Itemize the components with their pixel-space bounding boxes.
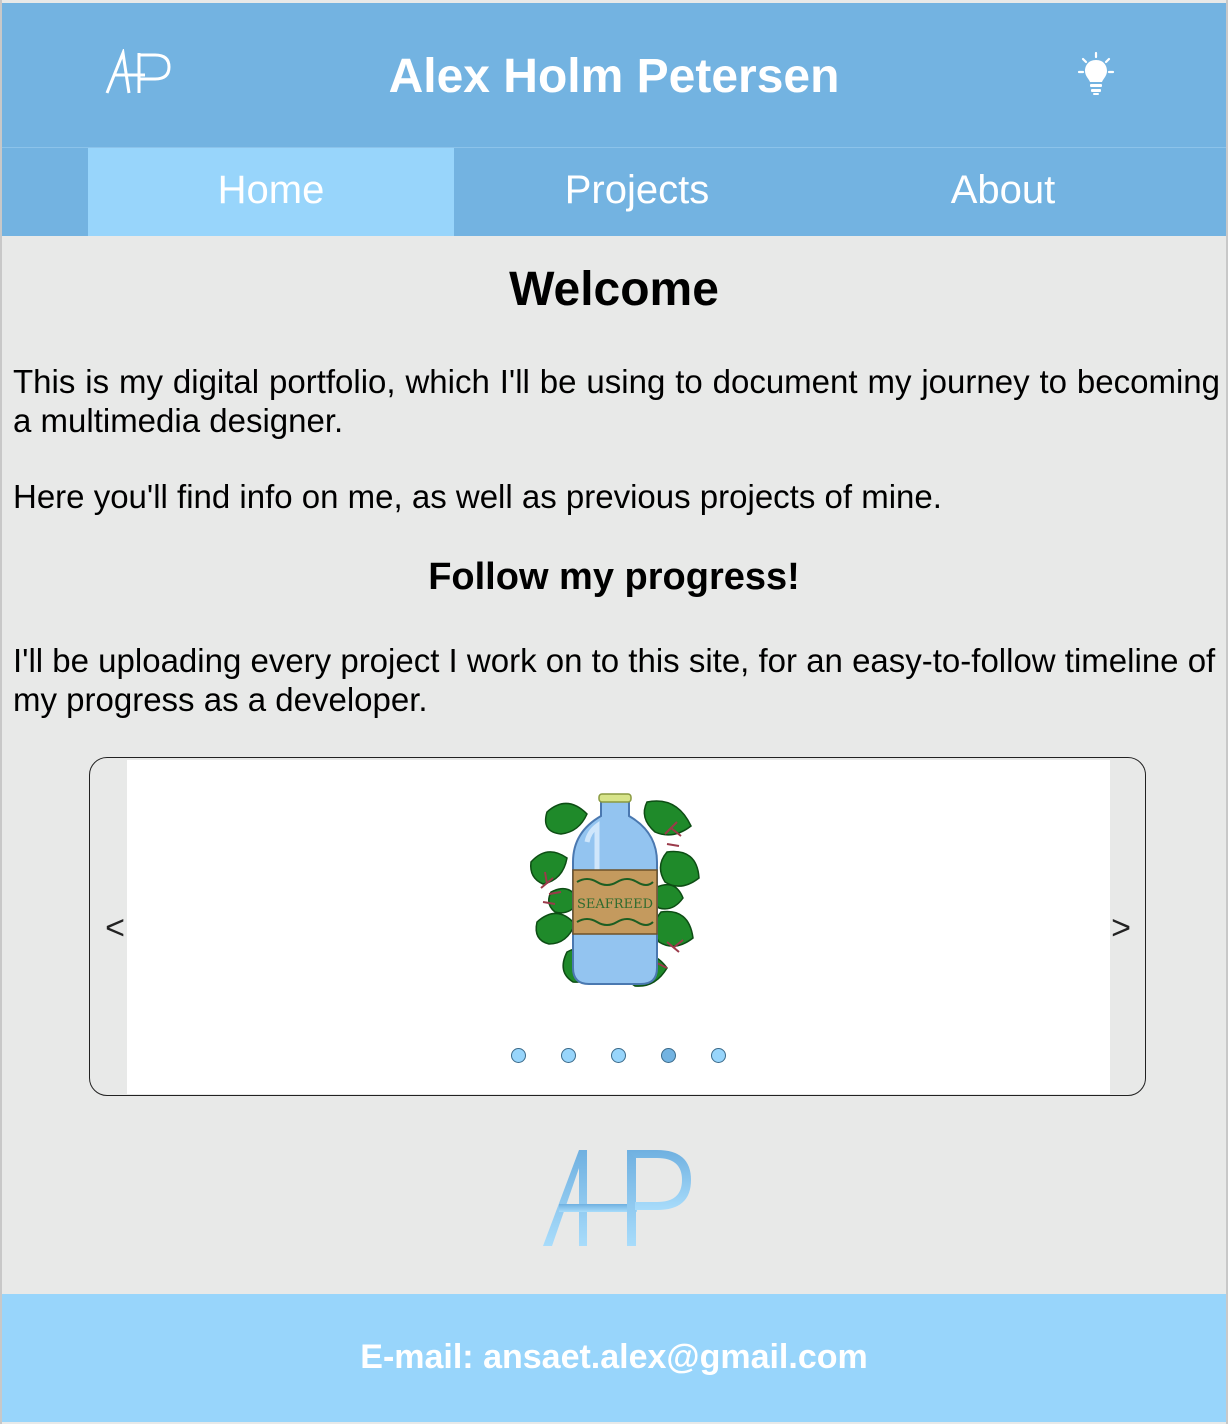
footer-email[interactable]: E-mail: ansaet.alex@gmail.com <box>2 1338 1226 1377</box>
intro-paragraph-2: Here you'll find info on me, as well as … <box>13 478 942 515</box>
lightbulb-icon[interactable] <box>1076 51 1116 97</box>
section-heading: Follow my progress! <box>428 556 800 598</box>
site-header: Alex Holm Petersen <box>2 3 1226 147</box>
carousel-dot-4[interactable] <box>661 1048 676 1063</box>
progress-paragraph: I'll be uploading every project I work o… <box>13 642 1216 718</box>
carousel-slide[interactable]: SEAFREED <box>127 760 1110 1094</box>
carousel-dot-2[interactable] <box>561 1048 576 1063</box>
project-carousel: SEAFREED < > <box>89 757 1146 1096</box>
carousel-dot-5[interactable] <box>711 1048 726 1063</box>
page-title: Welcome <box>509 263 719 316</box>
intro-paragraph: This is my digital portfolio, which I'll… <box>13 363 1220 439</box>
carousel-dot-3[interactable] <box>611 1048 626 1063</box>
chevron-right-icon[interactable]: > <box>1106 908 1136 948</box>
seafreed-bottle-image[interactable]: SEAFREED <box>527 792 703 998</box>
carousel-dots <box>511 1048 731 1068</box>
carousel-dot-1[interactable] <box>511 1048 526 1063</box>
logo-large-icon <box>543 1150 691 1246</box>
slide-label: SEAFREED <box>577 897 653 912</box>
nav-item-about[interactable]: About <box>820 148 1186 236</box>
site-title: Alex Holm Petersen <box>388 50 840 103</box>
page: Alex Holm Petersen Home Projects About W… <box>0 0 1228 1424</box>
chevron-left-icon[interactable]: < <box>100 908 130 948</box>
site-footer: E-mail: ansaet.alex@gmail.com <box>2 1294 1226 1422</box>
main-nav: Home Projects About <box>2 147 1226 236</box>
nav-item-home[interactable]: Home <box>88 148 454 236</box>
nav-item-projects[interactable]: Projects <box>454 148 820 236</box>
